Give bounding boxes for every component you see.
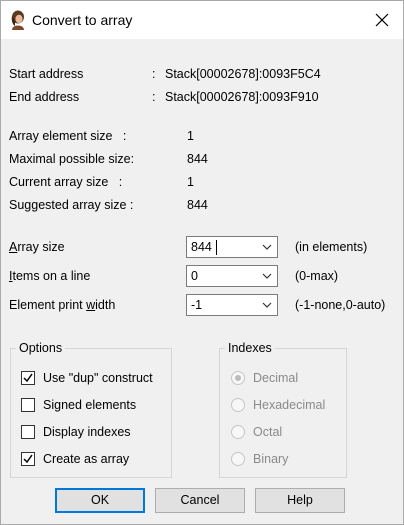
items-on-line-value[interactable]: 0 xyxy=(191,269,198,283)
help-button[interactable]: Help xyxy=(255,488,345,513)
text-caret xyxy=(216,240,217,255)
items-on-line-hint: (0-max) xyxy=(295,269,339,283)
display-indexes-checkbox[interactable] xyxy=(21,425,35,439)
chevron-down-icon[interactable] xyxy=(262,272,272,280)
window-title: Convert to array xyxy=(32,12,133,28)
array-size-value[interactable]: 844 xyxy=(191,240,212,254)
max-size-value: 844 xyxy=(187,152,208,166)
checkmark-icon xyxy=(23,373,33,383)
title-bar[interactable]: Convert to array xyxy=(1,1,403,39)
chevron-down-icon[interactable] xyxy=(262,301,272,309)
start-address-sep: : xyxy=(152,67,156,81)
display-indexes-label[interactable]: Display indexes xyxy=(43,425,131,439)
binary-label[interactable]: Binary xyxy=(253,452,288,466)
print-width-value[interactable]: -1 xyxy=(191,298,202,312)
decimal-radio[interactable] xyxy=(231,371,245,385)
binary-radio[interactable] xyxy=(231,452,245,466)
options-group-title: Options xyxy=(16,341,66,355)
print-width-label: Element print width xyxy=(9,298,116,312)
element-size-value: 1 xyxy=(187,129,194,143)
items-on-line-label: Items on a line xyxy=(9,269,91,283)
signed-elements-checkbox[interactable] xyxy=(21,398,35,412)
current-size-label: Current array size : xyxy=(9,175,123,189)
cancel-button[interactable]: Cancel xyxy=(155,488,245,513)
signed-elements-label[interactable]: Signed elements xyxy=(43,398,136,412)
indexes-group-title: Indexes xyxy=(225,341,275,355)
element-size-label: Array element size : xyxy=(9,129,127,143)
max-size-label: Maximal possible size: xyxy=(9,152,135,166)
octal-radio[interactable] xyxy=(231,425,245,439)
close-button[interactable] xyxy=(371,9,393,31)
hexadecimal-label[interactable]: Hexadecimal xyxy=(253,398,325,412)
current-size-value: 1 xyxy=(187,175,194,189)
print-width-combobox[interactable]: -1 xyxy=(186,294,278,316)
use-dup-checkbox[interactable] xyxy=(21,371,35,385)
ok-button[interactable]: OK xyxy=(55,488,145,513)
array-size-label: Array size xyxy=(9,240,65,254)
decimal-label[interactable]: Decimal xyxy=(253,371,298,385)
print-width-hint: (-1-none,0-auto) xyxy=(295,298,386,312)
convert-to-array-dialog: Convert to array Start address : Stack[0… xyxy=(0,0,404,525)
items-on-line-combobox[interactable]: 0 xyxy=(186,265,278,287)
start-address-value: Stack[00002678]:0093F5C4 xyxy=(165,67,321,81)
array-size-hint: (in elements) xyxy=(295,240,368,254)
start-address-label: Start address xyxy=(9,67,84,81)
octal-label[interactable]: Octal xyxy=(253,425,282,439)
end-address-label: End address xyxy=(9,90,80,104)
suggested-size-label: Suggested array size : xyxy=(9,198,134,212)
array-size-combobox[interactable]: 844 xyxy=(186,236,278,258)
end-address-sep: : xyxy=(152,90,156,104)
hexadecimal-radio[interactable] xyxy=(231,398,245,412)
create-as-array-checkbox[interactable] xyxy=(21,452,35,466)
chevron-down-icon[interactable] xyxy=(262,243,272,251)
suggested-size-value: 844 xyxy=(187,198,208,212)
ida-app-icon xyxy=(11,10,24,30)
radio-selected-dot xyxy=(235,375,241,381)
create-as-array-label[interactable]: Create as array xyxy=(43,452,129,466)
checkmark-icon xyxy=(23,454,33,464)
end-address-value: Stack[00002678]:0093F910 xyxy=(165,90,319,104)
close-icon xyxy=(375,13,389,27)
use-dup-label[interactable]: Use "dup" construct xyxy=(43,371,153,385)
